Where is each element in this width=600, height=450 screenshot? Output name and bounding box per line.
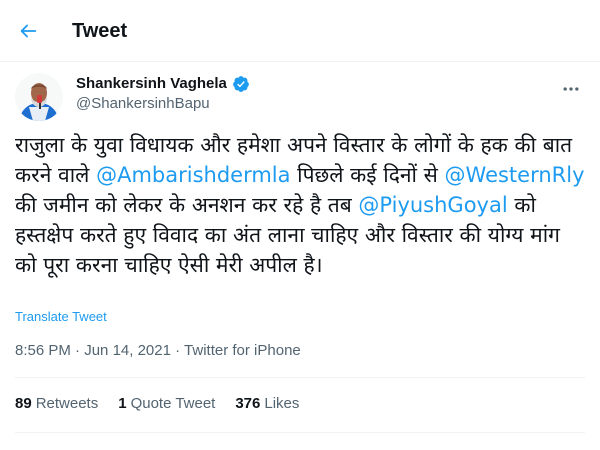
tweet-time[interactable]: 8:56 PM: [15, 342, 71, 359]
profile-photo-icon: [15, 73, 63, 121]
tweet-text: राजुला के युवा विधायक और हमेशा अपने विस्…: [15, 130, 585, 280]
quotes-count: 1: [118, 395, 127, 412]
retweets-count: 89: [15, 395, 32, 412]
divider: [15, 377, 585, 378]
tweet-text-segment: की जमीन को लेकर के अनशन कर रहे है तब: [15, 193, 359, 217]
likes-count: 376: [235, 395, 261, 412]
translate-tweet-link[interactable]: Translate Tweet: [15, 309, 107, 325]
quotes-label: Quote Tweet: [130, 395, 216, 412]
quote-tweets-stat[interactable]: 1 Quote Tweet: [118, 394, 215, 414]
verified-badge-icon: [233, 76, 249, 92]
page-title: Tweet: [72, 20, 128, 42]
tweet-text-segment: पिछले कई दिनों से: [290, 163, 445, 187]
mention-link[interactable]: @PiyushGoyal: [358, 193, 507, 217]
author-name[interactable]: Shankersinh Vaghela: [76, 74, 250, 94]
retweets-stat[interactable]: 89 Retweets: [15, 394, 98, 414]
author-name-text: Shankersinh Vaghela: [76, 75, 227, 92]
tweet-date[interactable]: Jun 14, 2021: [84, 342, 171, 359]
tweet-stats: 89 Retweets 1 Quote Tweet 376 Likes: [15, 394, 319, 414]
arrow-left-icon: [20, 24, 37, 38]
author-handle[interactable]: @ShankersinhBapu: [76, 94, 210, 114]
tweet-source[interactable]: Twitter for iPhone: [184, 342, 301, 359]
mention-link[interactable]: @WesternRly: [445, 163, 585, 187]
more-dots-icon: [563, 87, 579, 91]
retweets-label: Retweets: [35, 395, 99, 412]
likes-label: Likes: [264, 395, 300, 412]
tweet-meta: 8:56 PM · Jun 14, 2021 · Twitter for iPh…: [15, 341, 301, 361]
divider: [15, 432, 585, 433]
tweet-header: Tweet: [0, 0, 600, 62]
meta-separator: ·: [75, 342, 85, 359]
likes-stat[interactable]: 376 Likes: [235, 394, 299, 414]
mention-link[interactable]: @Ambarishdermla: [96, 163, 290, 187]
avatar[interactable]: [15, 73, 63, 121]
meta-separator: ·: [175, 342, 185, 359]
back-button[interactable]: [10, 13, 46, 49]
more-options-button[interactable]: [556, 74, 586, 104]
